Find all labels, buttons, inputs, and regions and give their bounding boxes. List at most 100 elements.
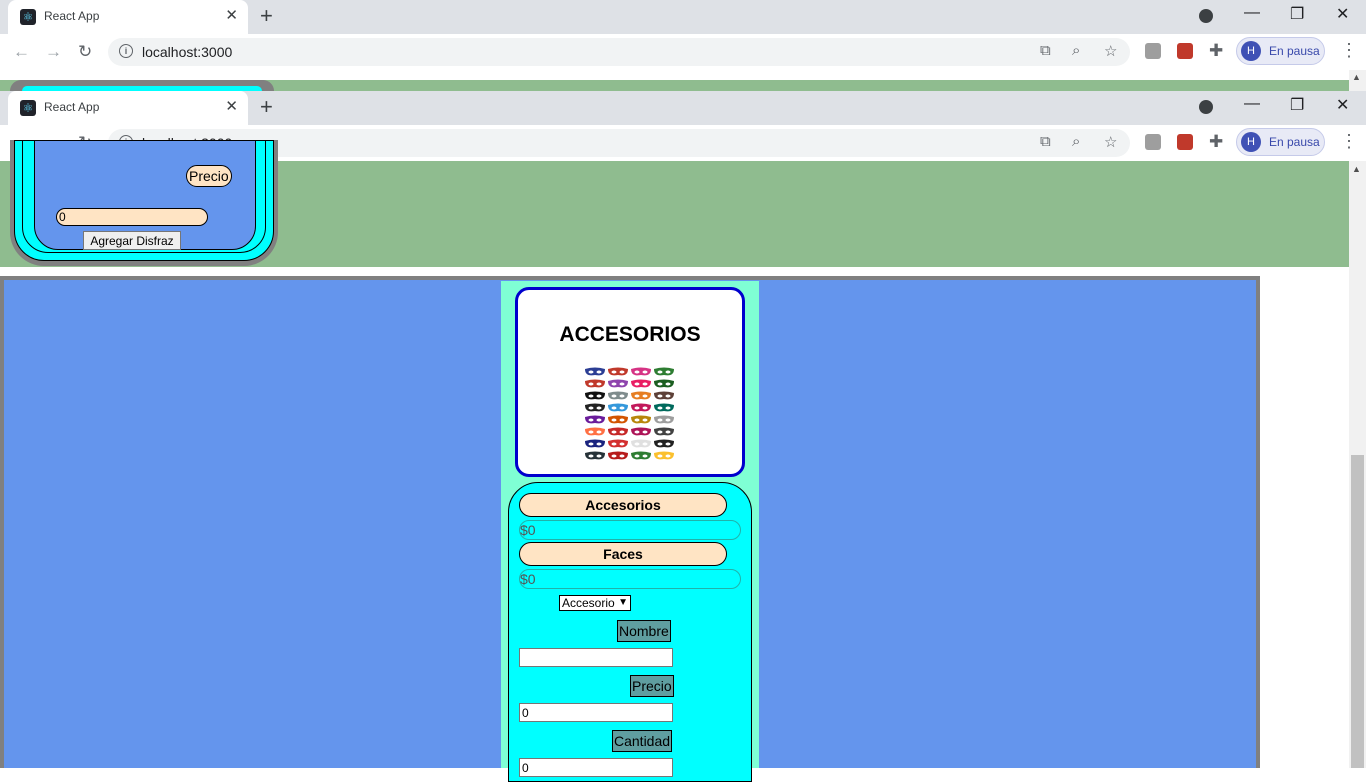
close-tab-icon[interactable]: ✕ <box>225 6 238 24</box>
mask-icon <box>631 439 651 448</box>
category-panel: Accesorios $0 Faces $0 Accesorio ▼ Nombr… <box>508 482 752 782</box>
window-close-icon[interactable]: ✕ <box>1336 4 1349 24</box>
nombre-label: Nombre <box>617 620 671 642</box>
back-url: localhost:3000 <box>142 44 233 60</box>
front-tabstrip: ⚛ React App ✕ + — ❐ ✕ <box>0 91 1366 125</box>
info-icon[interactable]: i <box>119 44 133 58</box>
mask-icon <box>631 403 651 412</box>
mask-icon <box>585 451 605 460</box>
tab-search-icon[interactable] <box>1199 100 1213 114</box>
type-select[interactable]: Accesorio ▼ <box>559 595 631 611</box>
forward-icon[interactable]: → <box>45 42 62 62</box>
scroll-up-icon[interactable]: ▲ <box>1352 72 1361 82</box>
mask-icon <box>585 367 605 376</box>
mask-icon <box>631 367 651 376</box>
precio-label: Precio <box>630 675 674 697</box>
puzzle-icon[interactable]: ✚ <box>1209 41 1223 61</box>
mask-icon <box>585 391 605 400</box>
avatar: H <box>1241 41 1261 61</box>
reload-icon[interactable]: ↻ <box>78 42 92 62</box>
category-total: $0 <box>519 520 741 540</box>
translate-icon[interactable]: ⧉ <box>1040 133 1051 150</box>
back-icon[interactable]: ← <box>13 42 30 62</box>
back-tab[interactable]: ⚛ React App ✕ <box>8 0 248 34</box>
precio-input[interactable] <box>56 208 208 226</box>
extension-red-icon[interactable] <box>1177 134 1193 150</box>
masks-image <box>585 367 674 460</box>
mask-icon <box>654 451 674 460</box>
type-select-value: Accesorio <box>562 596 615 610</box>
scrollbar-thumb[interactable] <box>1351 455 1364 768</box>
mask-icon <box>585 403 605 412</box>
zoom-icon[interactable]: ⌕ <box>1072 133 1080 150</box>
category-label: Accesorios <box>519 493 727 517</box>
react-icon: ⚛ <box>20 9 36 25</box>
category-column: ACCESORIOS Accesorios $0 Faces $0 Acceso… <box>501 281 759 782</box>
card-title: ACCESORIOS <box>559 323 701 346</box>
zoom-icon[interactable]: ⌕ <box>1072 42 1080 59</box>
minimize-icon[interactable]: — <box>1244 95 1260 113</box>
mask-icon <box>654 427 674 436</box>
mask-icon <box>608 427 628 436</box>
mask-icon <box>631 451 651 460</box>
mask-icon <box>631 391 651 400</box>
star-icon[interactable]: ☆ <box>1104 42 1117 60</box>
precio-label: Precio <box>186 165 232 187</box>
top-form: Precio Agregar Disfraz <box>34 140 256 250</box>
extension-cube-icon[interactable] <box>1145 43 1161 59</box>
profile-button[interactable]: H En pausa <box>1236 37 1325 65</box>
close-tab-icon[interactable]: ✕ <box>225 97 238 115</box>
precio-input[interactable] <box>519 703 673 722</box>
mask-icon <box>608 379 628 388</box>
category-card[interactable]: ACCESORIOS <box>515 287 745 477</box>
subcategory-label: Faces <box>519 542 727 566</box>
back-tabstrip: ⚛ React App ✕ + — ❐ ✕ <box>0 0 1366 34</box>
add-costume-button[interactable]: Agregar Disfraz <box>83 231 181 250</box>
window-close-icon[interactable]: ✕ <box>1336 95 1349 115</box>
profile-button[interactable]: H En pausa <box>1236 128 1325 156</box>
menu-icon[interactable]: ⋮ <box>1340 131 1358 152</box>
mask-icon <box>608 391 628 400</box>
star-icon[interactable]: ☆ <box>1104 133 1117 151</box>
cantidad-label: Cantidad <box>612 730 673 752</box>
profile-label: En pausa <box>1269 44 1320 58</box>
translate-icon[interactable]: ⧉ <box>1040 42 1051 59</box>
mask-icon <box>654 391 674 400</box>
mask-icon <box>631 379 651 388</box>
mask-icon <box>631 415 651 424</box>
mask-icon <box>585 415 605 424</box>
extension-red-icon[interactable] <box>1177 43 1193 59</box>
nombre-input[interactable] <box>519 648 673 667</box>
mask-icon <box>654 415 674 424</box>
mask-icon <box>654 379 674 388</box>
profile-label: En pausa <box>1269 135 1320 149</box>
mask-icon <box>585 439 605 448</box>
subcategory-total: $0 <box>519 569 741 589</box>
extension-cube-icon[interactable] <box>1145 134 1161 150</box>
chevron-down-icon: ▼ <box>618 597 628 608</box>
restore-icon[interactable]: ❐ <box>1290 95 1304 115</box>
mask-icon <box>654 439 674 448</box>
restore-icon[interactable]: ❐ <box>1290 4 1304 24</box>
mask-icon <box>608 451 628 460</box>
mask-icon <box>585 427 605 436</box>
front-tab-title: React App <box>44 100 100 114</box>
puzzle-icon[interactable]: ✚ <box>1209 132 1223 152</box>
front-tab[interactable]: ⚛ React App ✕ <box>8 91 248 125</box>
back-toolbar: ← → ↻ i localhost:3000 ⧉ ⌕ ☆ ✚ H En paus… <box>0 34 1366 70</box>
menu-icon[interactable]: ⋮ <box>1340 40 1358 61</box>
mask-icon <box>608 367 628 376</box>
mask-icon <box>654 403 674 412</box>
avatar: H <box>1241 132 1261 152</box>
mask-icon <box>585 379 605 388</box>
tab-search-icon[interactable] <box>1199 9 1213 23</box>
mask-icon <box>608 415 628 424</box>
new-tab-icon[interactable]: + <box>260 4 273 28</box>
mask-icon <box>608 403 628 412</box>
back-omnibox[interactable]: i localhost:3000 ⧉ ⌕ ☆ <box>108 38 1130 66</box>
new-tab-icon[interactable]: + <box>260 95 273 119</box>
mask-icon <box>608 439 628 448</box>
scroll-up-icon[interactable]: ▲ <box>1352 164 1361 174</box>
minimize-icon[interactable]: — <box>1244 4 1260 22</box>
back-tab-title: React App <box>44 9 100 23</box>
